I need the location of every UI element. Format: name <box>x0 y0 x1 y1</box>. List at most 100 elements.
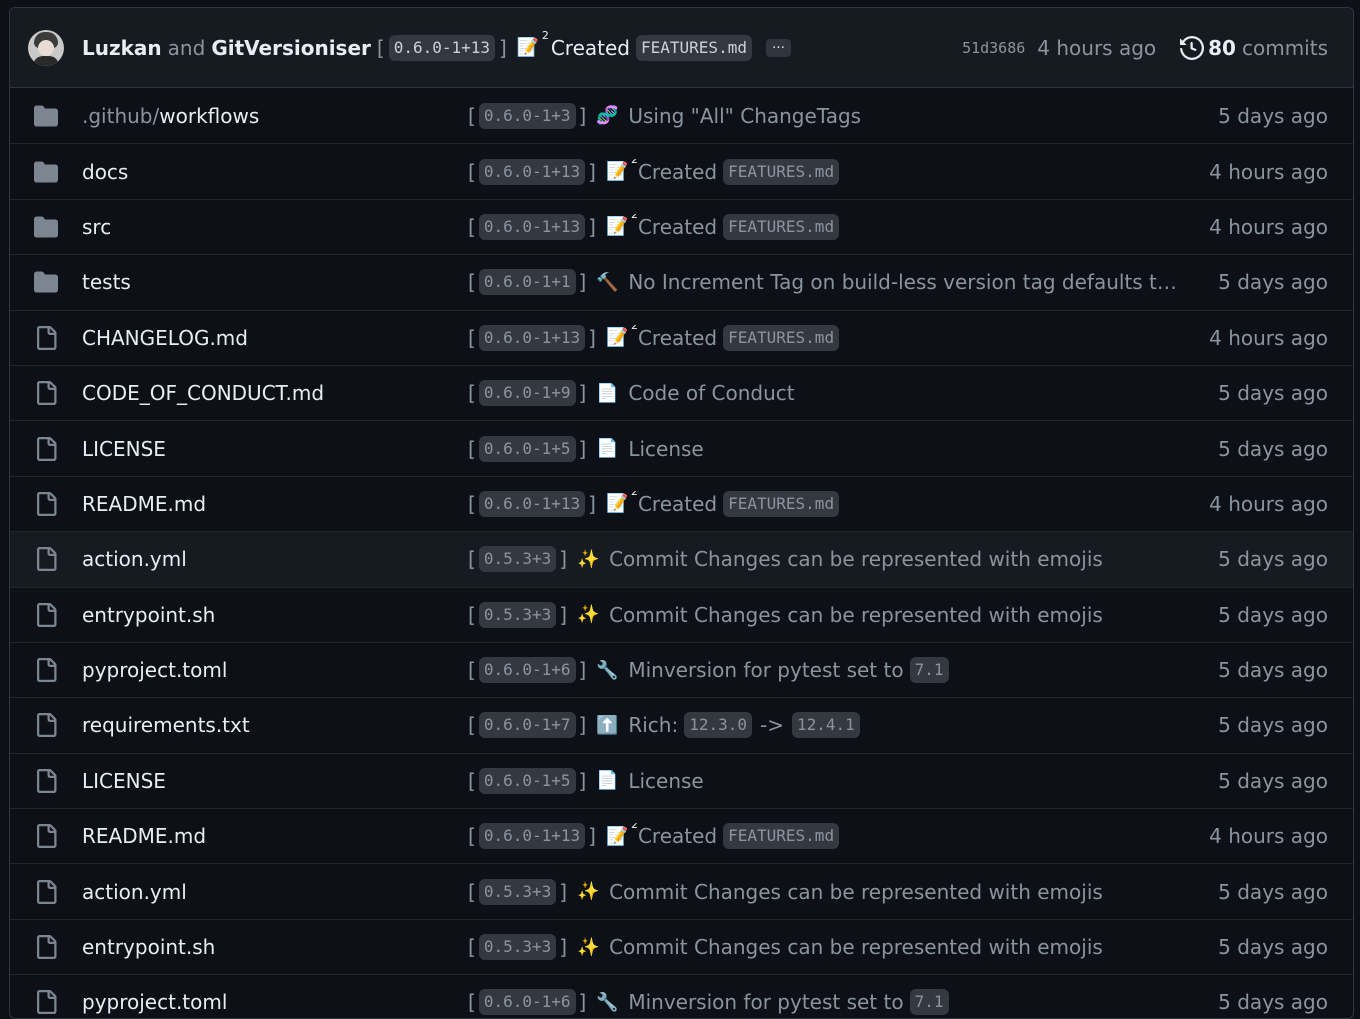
open-bracket: [ <box>468 547 476 572</box>
file-icon <box>34 935 58 960</box>
version-tag: 0.6.0-1+13 <box>388 34 496 61</box>
commit-message: [0.6.0-1+13] 📝 2 Created FEATURES.md <box>468 823 1188 850</box>
directory-row[interactable]: docs [0.6.0-1+13] 📝 2 Created FEATURES.md 4 ho… <box>10 143 1353 198</box>
version-tag: 0.5.3+3 <box>478 546 557 573</box>
commit-emoji-icon: 🔨 <box>596 271 619 293</box>
commit-message-link[interactable]: Created <box>551 36 630 60</box>
file-row[interactable]: action.yml [0.5.3+3] ✨ Commit Changes can b… <box>10 863 1353 918</box>
coauthor-link[interactable]: GitVersioniser <box>211 36 371 60</box>
file-row[interactable]: README.md [0.6.0-1+13] 📝 2 Created FEATURES.m… <box>10 475 1353 531</box>
file-name-link[interactable]: CODE_OF_CONDUCT.md <box>82 381 468 405</box>
commit-time: 5 days ago <box>1218 879 1328 904</box>
version-tag: 0.6.0-1+9 <box>478 380 576 407</box>
commit-message-link[interactable]: Created <box>638 160 717 184</box>
commit-time: 5 days ago <box>1218 270 1328 295</box>
expand-message-button[interactable]: … <box>765 38 791 57</box>
file-row[interactable]: README.md [0.6.0-1+13] 📝 2 Created FEATURES.m… <box>10 808 1353 863</box>
file-row[interactable]: entrypoint.sh [0.5.3+3] ✨ Commit Changes ca… <box>10 586 1353 642</box>
file-row[interactable]: LICENSE [0.6.0-1+5] 📄 License 5 days ago <box>10 420 1353 475</box>
commit-message: [0.6.0-1+3] 🧬 Using "All" ChangeTags <box>468 102 1188 129</box>
commit-message-link[interactable]: Created <box>638 824 717 848</box>
directory-row[interactable]: tests [0.6.0-1+1] 🔨 No Increment Tag on bui… <box>10 254 1353 309</box>
commit-code: FEATURES.md <box>723 324 840 351</box>
file-name-link[interactable]: LICENSE <box>82 437 468 461</box>
commit-message-link[interactable]: Commit Changes can be represented with e… <box>609 880 1103 904</box>
open-bracket: [ <box>468 879 476 904</box>
directory-row[interactable]: src [0.6.0-1+13] 📝 2 Created FEATURES.md 4 hou… <box>10 198 1353 254</box>
commits-link[interactable]: 80 commits <box>1180 36 1328 60</box>
avatar[interactable] <box>28 29 64 66</box>
commit-message-link[interactable]: Created <box>638 326 717 350</box>
close-bracket: ] <box>559 879 568 904</box>
file-name-link[interactable]: CHANGELOG.md <box>82 326 468 350</box>
file-row[interactable]: entrypoint.sh [0.5.3+3] ✨ Commit Changes ca… <box>10 918 1353 974</box>
commit-message-link[interactable]: Created <box>638 492 717 516</box>
file-row[interactable]: pyproject.toml [0.6.0-1+6] 🔧 Minversion for… <box>10 974 1353 1018</box>
file-icon <box>34 879 58 904</box>
file-icon <box>34 325 58 350</box>
file-name: workflows <box>159 103 260 128</box>
commit-message: [0.6.0-1+6] 🔧 Minversion for pytest set to… <box>468 989 1188 1016</box>
close-bracket: ] <box>578 768 587 793</box>
file-row[interactable]: requirements.txt [0.6.0-1+7] ⬆️ Rich: 12.3.0… <box>10 697 1353 752</box>
file-name: README.md <box>82 491 207 516</box>
open-bracket: [ <box>468 381 476 406</box>
commit-message-link[interactable]: Commit Changes can be represented with e… <box>609 603 1103 627</box>
directory-row[interactable]: .github/workflows[0.6.0-1+3] 🧬 Using "All"… <box>10 88 1353 143</box>
file-name-link[interactable]: action.yml <box>82 880 468 904</box>
commit-message: [0.6.0-1+5] 📄 License <box>468 767 1188 794</box>
file-row[interactable]: CHANGELOG.md [0.6.0-1+13] 📝 2 Created FEATURE… <box>10 309 1353 365</box>
commit-message-link[interactable]: Commit Changes can be represented with e… <box>609 547 1103 571</box>
commit-message: [0.5.3+3] ✨ Commit Changes can be represen… <box>468 934 1188 961</box>
file-name-link[interactable]: src <box>82 215 468 239</box>
commit-code: 12.3.0 <box>684 712 752 739</box>
commit-emoji-icon: 📄 <box>596 770 619 792</box>
file-name-link[interactable]: requirements.txt <box>82 713 468 737</box>
commit-message-link[interactable]: Commit Changes can be represented with e… <box>609 935 1103 959</box>
file-row[interactable]: pyproject.toml [0.6.0-1+6] 🔧 Minversion for… <box>10 641 1353 697</box>
commit-time: 5 days ago <box>1218 602 1328 627</box>
commit-message-link[interactable]: License <box>628 769 703 793</box>
file-name-link[interactable]: entrypoint.sh <box>82 935 468 959</box>
file-name-link[interactable]: pyproject.toml <box>82 658 468 682</box>
open-bracket: [ <box>468 713 476 738</box>
path-prefix: .github/ <box>82 103 160 128</box>
file-name: docs <box>82 159 129 184</box>
file-icon <box>34 824 58 849</box>
commit-message-link[interactable]: Minversion for pytest set to <box>628 990 903 1014</box>
file-name: tests <box>82 270 131 295</box>
file-row[interactable]: action.yml [0.5.3+3] ✨ Commit Changes can b… <box>10 531 1353 587</box>
version-tag: 0.6.0-1+5 <box>478 767 576 794</box>
file-name-link[interactable]: action.yml <box>82 547 468 571</box>
commit-sha-link[interactable]: 51d3686 <box>962 39 1025 57</box>
file-name-link[interactable]: .github/workflows <box>82 104 468 128</box>
commit-message-link[interactable]: Rich: <box>628 713 678 737</box>
open-bracket: [ <box>468 768 476 793</box>
commit-message-link[interactable]: License <box>628 437 703 461</box>
commit-code: 12.4.1 <box>791 712 860 739</box>
commit-message: [0.6.0-1+13] 📝 2 Created FEATURES.md <box>468 490 1188 517</box>
file-name-link[interactable]: docs <box>82 160 468 184</box>
file-row[interactable]: LICENSE [0.6.0-1+5] 📄 License 5 days ago <box>10 752 1353 808</box>
commit-message-link[interactable]: Minversion for pytest set to <box>628 658 903 682</box>
commit-message: [0.5.3+3] ✨ Commit Changes can be represen… <box>468 878 1188 905</box>
commit-message-link[interactable]: Using "All" ChangeTags <box>628 104 861 128</box>
file-name-link[interactable]: tests <box>82 270 468 294</box>
open-bracket: [ <box>468 935 476 960</box>
file-name-link[interactable]: LICENSE <box>82 769 468 793</box>
file-icon <box>34 436 58 461</box>
file-name-link[interactable]: README.md <box>82 824 468 848</box>
commit-message: [0.6.0-1+5] 📄 License <box>468 435 1188 462</box>
commit-message-link[interactable]: No Increment Tag on build-less version t… <box>628 270 1177 294</box>
commit-message-link[interactable]: Created <box>638 215 717 239</box>
author-link[interactable]: Luzkan <box>82 36 162 60</box>
close-bracket: ] <box>588 824 596 849</box>
file-row[interactable]: CODE_OF_CONDUCT.md [0.6.0-1+9] 📄 Code of Co… <box>10 364 1353 420</box>
commit-message-link[interactable]: Code of Conduct <box>628 381 794 405</box>
file-name-link[interactable]: README.md <box>82 492 468 516</box>
commit-code: FEATURES.md <box>723 823 840 850</box>
file-name: entrypoint.sh <box>82 602 216 627</box>
file-icon <box>34 602 58 627</box>
file-name-link[interactable]: pyproject.toml <box>82 990 468 1014</box>
file-name-link[interactable]: entrypoint.sh <box>82 603 468 627</box>
